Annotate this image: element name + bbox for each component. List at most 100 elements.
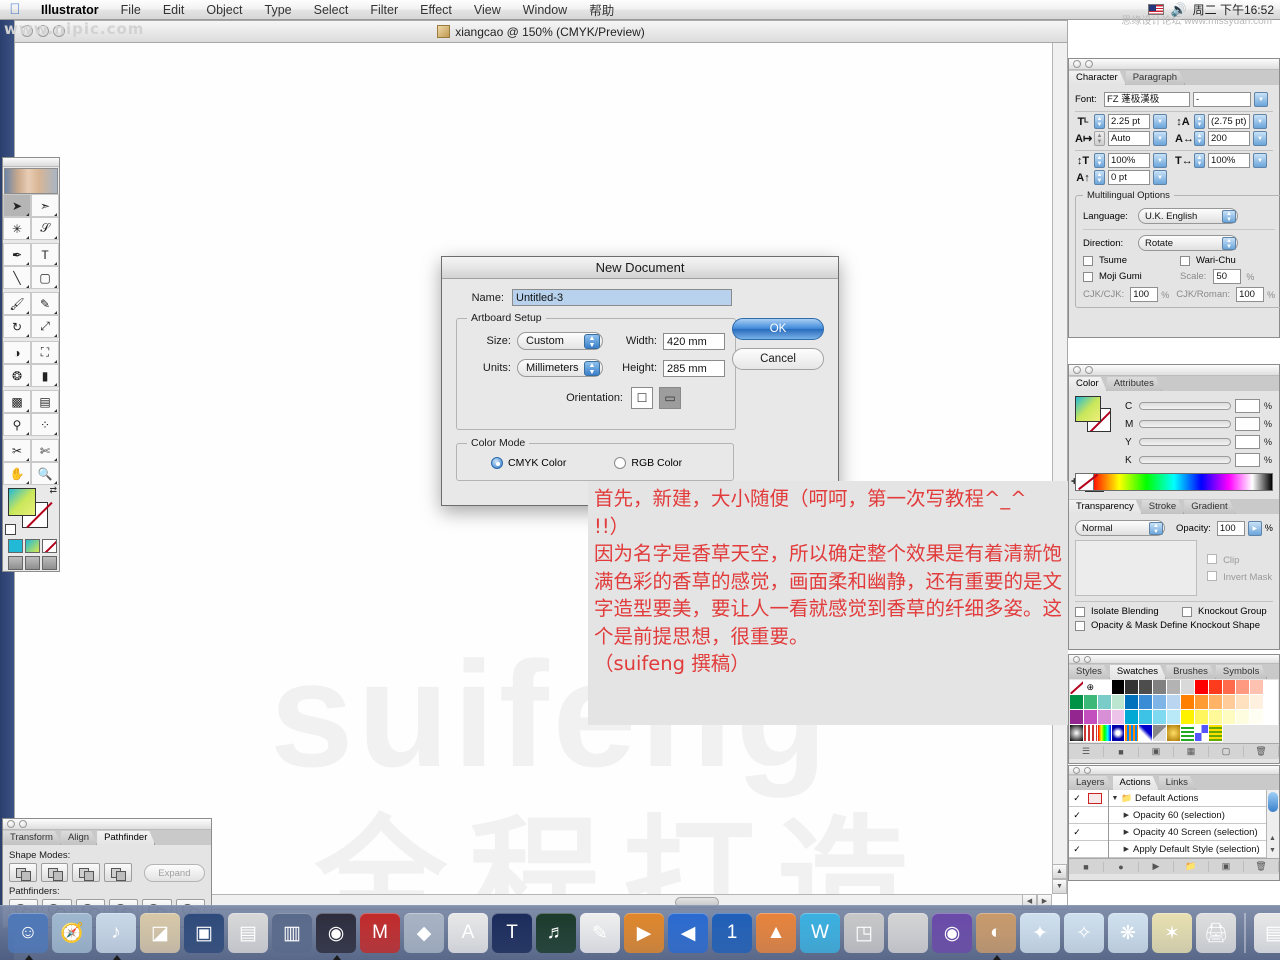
actions-scrollbar[interactable]: ▲ ▼ [1266, 790, 1279, 858]
swatch-cell[interactable] [1097, 680, 1112, 695]
direction-stepper-icon[interactable]: ▲ ▼ [1222, 237, 1236, 250]
dock-item-image-2[interactable]: ✧ [1064, 913, 1104, 953]
swatch-libraries-icon[interactable]: ☰ [1069, 746, 1104, 757]
dock-item-textedit[interactable]: ✎ [580, 913, 620, 953]
swatch-cell[interactable] [1070, 680, 1084, 695]
scroll-down-arrow[interactable]: ▼ [1052, 879, 1067, 894]
pattern-swatch-cell[interactable] [1070, 725, 1084, 742]
swatch-cell[interactable] [1194, 695, 1209, 710]
delete-icon[interactable]: 🗑 [1244, 861, 1279, 872]
free-transform-tool[interactable]: ⛶ [31, 341, 59, 364]
channel-input-K[interactable] [1235, 453, 1260, 467]
leading-input[interactable]: (2.75 pt) [1208, 114, 1250, 129]
landscape-icon[interactable]: ▭ [659, 387, 681, 409]
shape-mode-button-1[interactable] [9, 863, 37, 882]
swatch-cell[interactable] [1208, 695, 1223, 710]
tab-attributes[interactable]: Attributes [1107, 377, 1162, 391]
color-channels[interactable]: C% M% Y% K% [1125, 399, 1273, 467]
toolbox-panel[interactable]: ➤ ➣ ✳ 𝒮 ✒ T ╲ ▢ 🖌 ✎ ↻ ⤢ ◑ ⛶ ❂ ▮ ▩ ▤ ⚲ ⁘ ✂ ✄ ✋ 🔍 ⇄ [2, 157, 60, 572]
fill-swatch[interactable] [8, 488, 36, 516]
menu-item-app-name[interactable]: Illustrator [30, 3, 110, 17]
actions-rows[interactable]: ▼ 📁 Default Actions ▶ Opacity 60 (selection)… [1109, 790, 1266, 858]
swatch-cell[interactable] [1125, 710, 1140, 725]
color-transparency-panel[interactable]: ColorAttributes ✚ C%M%Y%K% TransparencyS… [1068, 364, 1280, 650]
color-button[interactable] [8, 539, 23, 553]
scroll-up-arrow[interactable]: ▲ [1052, 864, 1067, 879]
baseline-shift-dropdown-icon[interactable]: ▼ [1153, 170, 1167, 185]
font-dropdown-icon[interactable]: ▼ [1254, 92, 1268, 107]
channel-slider-K[interactable] [1139, 456, 1231, 464]
menu-item-window[interactable]: Window [512, 3, 578, 17]
dock-item-appleworks[interactable]: A [448, 913, 488, 953]
tsume-checkbox[interactable] [1083, 255, 1093, 266]
panel-close-dot[interactable] [7, 820, 15, 828]
panel-minimize-dot[interactable] [1084, 655, 1091, 663]
height-input[interactable]: 285 mm [663, 359, 725, 377]
dock-item-vlc[interactable]: ▲ [756, 913, 796, 953]
vertical-scale-stepper[interactable]: ▲ ▼ [1094, 153, 1105, 168]
opacity-input[interactable]: 100 [1216, 520, 1245, 536]
dock[interactable]: ☺🧭♪◪▣▤▥◉M◆AT♬✎▶◀1▲W◳◉◐✦✧❋✶🖨▤♫🗑 [0, 905, 1280, 960]
pattern-swatch-cell[interactable] [1125, 725, 1140, 742]
blend-mode-stepper-icon[interactable]: ▲ ▼ [1149, 522, 1163, 535]
channel-slider-M[interactable] [1139, 420, 1231, 428]
menu-item-object[interactable]: Object [195, 3, 253, 17]
swatch-cell[interactable] [1111, 710, 1126, 725]
size-stepper-icon[interactable]: ▲ ▼ [584, 334, 600, 349]
pattern-swatch-cell[interactable] [1153, 725, 1168, 742]
action-check-icon[interactable]: ✓ [1069, 844, 1085, 855]
panel-close-dot[interactable] [1073, 366, 1081, 374]
actions-toggle-column[interactable]: ✓ ✓ ✓ ✓ [1069, 790, 1109, 858]
tab-color[interactable]: Color [1069, 377, 1107, 391]
toolbox-grip[interactable] [3, 158, 59, 167]
invert-mask-checkbox[interactable] [1207, 571, 1217, 581]
tab-stroke[interactable]: Stroke [1142, 500, 1184, 514]
channel-slider-Y[interactable] [1139, 438, 1231, 446]
tab-transform[interactable]: Transform [3, 831, 61, 845]
dock-item-mac-pro[interactable] [888, 913, 928, 953]
swatch-cell[interactable] [1083, 710, 1098, 725]
scale-input[interactable]: 50 [1213, 269, 1242, 284]
swatch-cell[interactable] [1250, 680, 1265, 695]
blend-mode-select[interactable]: Normal ▲ ▼ [1075, 520, 1165, 536]
tool-grid[interactable]: ➤ ➣ ✳ 𝒮 ✒ T ╲ ▢ 🖌 ✎ ↻ ⤢ ◑ ⛶ ❂ ▮ ▩ ▤ ⚲ ⁘ ✂ ✄ ✋ 🔍 [3, 194, 59, 485]
tab-links[interactable]: Links [1159, 776, 1196, 790]
dock-item-dvd-player[interactable]: ◉ [316, 913, 356, 960]
dock-item-quicktime[interactable]: ▶ [624, 913, 664, 953]
play-icon[interactable]: ▶ [1139, 861, 1174, 872]
channel-input-C[interactable] [1235, 399, 1260, 413]
action-check-icon[interactable]: ✓ [1069, 827, 1085, 838]
dock-item-printer[interactable]: 🖨 [1196, 913, 1236, 953]
swatches-body[interactable]: ⊕ [1069, 679, 1279, 743]
swatch-cell[interactable] [1222, 680, 1237, 695]
swatch-cell[interactable] [1111, 695, 1126, 710]
swatch-cell[interactable] [1167, 695, 1181, 710]
paintbrush-tool[interactable]: 🖌 [3, 292, 31, 315]
panel-minimize-dot[interactable] [1084, 766, 1091, 774]
action-row[interactable]: ▶ Opacity 40 Screen (selection) [1109, 824, 1266, 841]
document-titlebar[interactable]: xiangcao @ 150% (CMYK/Preview) [15, 21, 1067, 43]
pattern-swatch-cell[interactable] [1097, 725, 1112, 742]
tab-layers[interactable]: Layers [1069, 776, 1113, 790]
dock-item-motion[interactable]: T [492, 913, 532, 953]
swatch-cell[interactable] [1097, 710, 1112, 725]
pattern-swatch-cell[interactable] [1111, 725, 1126, 742]
leading-stepper[interactable]: ▲ ▼ [1194, 114, 1205, 129]
layers-actions-panel[interactable]: Layers Actions Links ✓ ✓ ✓ ✓ ▼ 📁 Default Action… [1068, 765, 1280, 881]
warp-tool[interactable]: ◑ [3, 341, 31, 364]
action-toggle-cell[interactable]: ✓ [1069, 790, 1108, 807]
units-stepper-icon[interactable]: ▲ ▼ [584, 361, 600, 376]
swatch-cell[interactable] [1139, 695, 1154, 710]
disclosure-triangle-icon[interactable]: ▼ [1109, 795, 1121, 802]
tab-gradient[interactable]: Gradient [1184, 500, 1235, 514]
tab-styles[interactable]: Styles [1069, 665, 1110, 679]
layers-tab-row[interactable]: Layers Actions Links [1069, 775, 1279, 790]
dock-item-photoshop-lw[interactable]: W [800, 913, 840, 953]
size-select[interactable]: Custom ▲ ▼ [517, 332, 603, 350]
dock-item-one[interactable]: 1 [712, 913, 752, 953]
swatch-cell[interactable] [1111, 680, 1126, 695]
pattern-swatch-cell[interactable] [1139, 725, 1154, 742]
new-action-icon[interactable]: ▣ [1209, 861, 1244, 872]
action-row[interactable]: ▼ 📁 Default Actions [1109, 790, 1266, 807]
units-select[interactable]: Millimeters ▲ ▼ [517, 359, 603, 377]
